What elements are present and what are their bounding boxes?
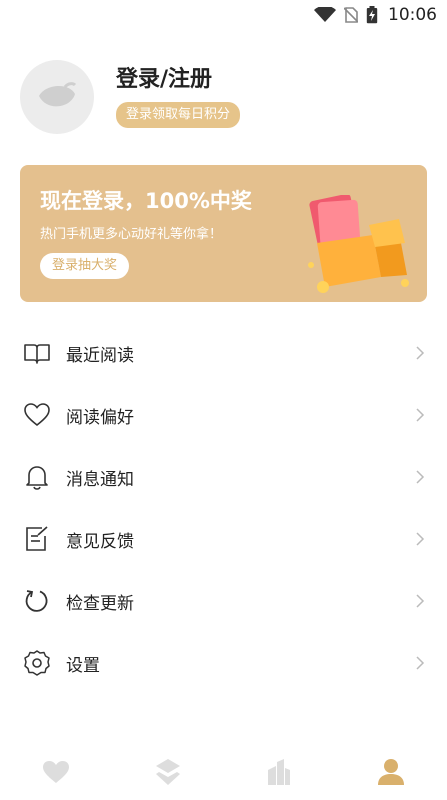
menu-label: 消息通知: [66, 469, 134, 490]
nav-tab-favorites[interactable]: [26, 752, 86, 792]
menu-item-notifications[interactable]: 消息通知: [0, 446, 447, 508]
chevron-right-icon: [416, 656, 425, 670]
feedback-icon: [24, 526, 50, 552]
nav-tab-library[interactable]: [138, 752, 198, 792]
banner-title: 现在登录，100%中奖: [40, 189, 252, 213]
heart-icon: [24, 402, 50, 428]
layers-icon: [155, 759, 180, 785]
gift-box-icon: [308, 195, 409, 293]
status-bar: 10:06: [0, 0, 447, 30]
bottom-nav: [0, 744, 447, 800]
nav-tab-discover[interactable]: [249, 752, 309, 792]
menu-label: 阅读偏好: [66, 407, 134, 428]
menu-item-feedback[interactable]: 意见反馈: [0, 508, 447, 570]
menu-item-check-update[interactable]: 检查更新: [0, 570, 447, 632]
lottery-button[interactable]: 登录抽大奖: [40, 253, 130, 279]
avatar[interactable]: [20, 60, 94, 134]
nav-tab-profile[interactable]: [361, 752, 421, 792]
book-icon: [24, 340, 50, 366]
menu-item-recent-reading[interactable]: 最近阅读: [0, 322, 447, 384]
battery-charging-icon: [366, 6, 378, 24]
menu-item-settings[interactable]: 设置: [0, 632, 447, 694]
status-time: 10:06: [388, 5, 437, 25]
buildings-icon: [268, 759, 291, 785]
login-promo-banner[interactable]: 现在登录，100%中奖 热门手机更多心动好礼等你拿！ 登录抽大奖: [20, 165, 427, 302]
daily-points-badge[interactable]: 登录领取每日积分: [116, 102, 241, 128]
settings-menu: 最近阅读 阅读偏好 消息通知 意见反馈 检查更新 设置: [0, 322, 447, 694]
person-icon: [378, 759, 405, 785]
banner-subtitle: 热门手机更多心动好礼等你拿！: [40, 227, 223, 242]
bell-icon: [24, 464, 50, 490]
wifi-icon: [314, 7, 336, 22]
chevron-right-icon: [416, 408, 425, 422]
login-register-link[interactable]: 登录/注册: [116, 66, 240, 94]
no-sim-icon: [344, 7, 358, 23]
menu-label: 最近阅读: [66, 345, 134, 366]
menu-item-reading-preference[interactable]: 阅读偏好: [0, 384, 447, 446]
mango-logo-icon: [39, 82, 77, 107]
heart-icon: [42, 761, 69, 783]
menu-label: 设置: [66, 655, 100, 676]
menu-label: 检查更新: [66, 593, 134, 614]
profile-header[interactable]: 登录/注册 登录领取每日积分: [20, 60, 241, 134]
refresh-icon: [24, 588, 50, 614]
chevron-right-icon: [416, 532, 425, 546]
chevron-right-icon: [416, 346, 425, 360]
chevron-right-icon: [416, 594, 425, 608]
menu-label: 意见反馈: [66, 531, 134, 552]
chevron-right-icon: [416, 470, 425, 484]
gear-icon: [24, 650, 50, 676]
